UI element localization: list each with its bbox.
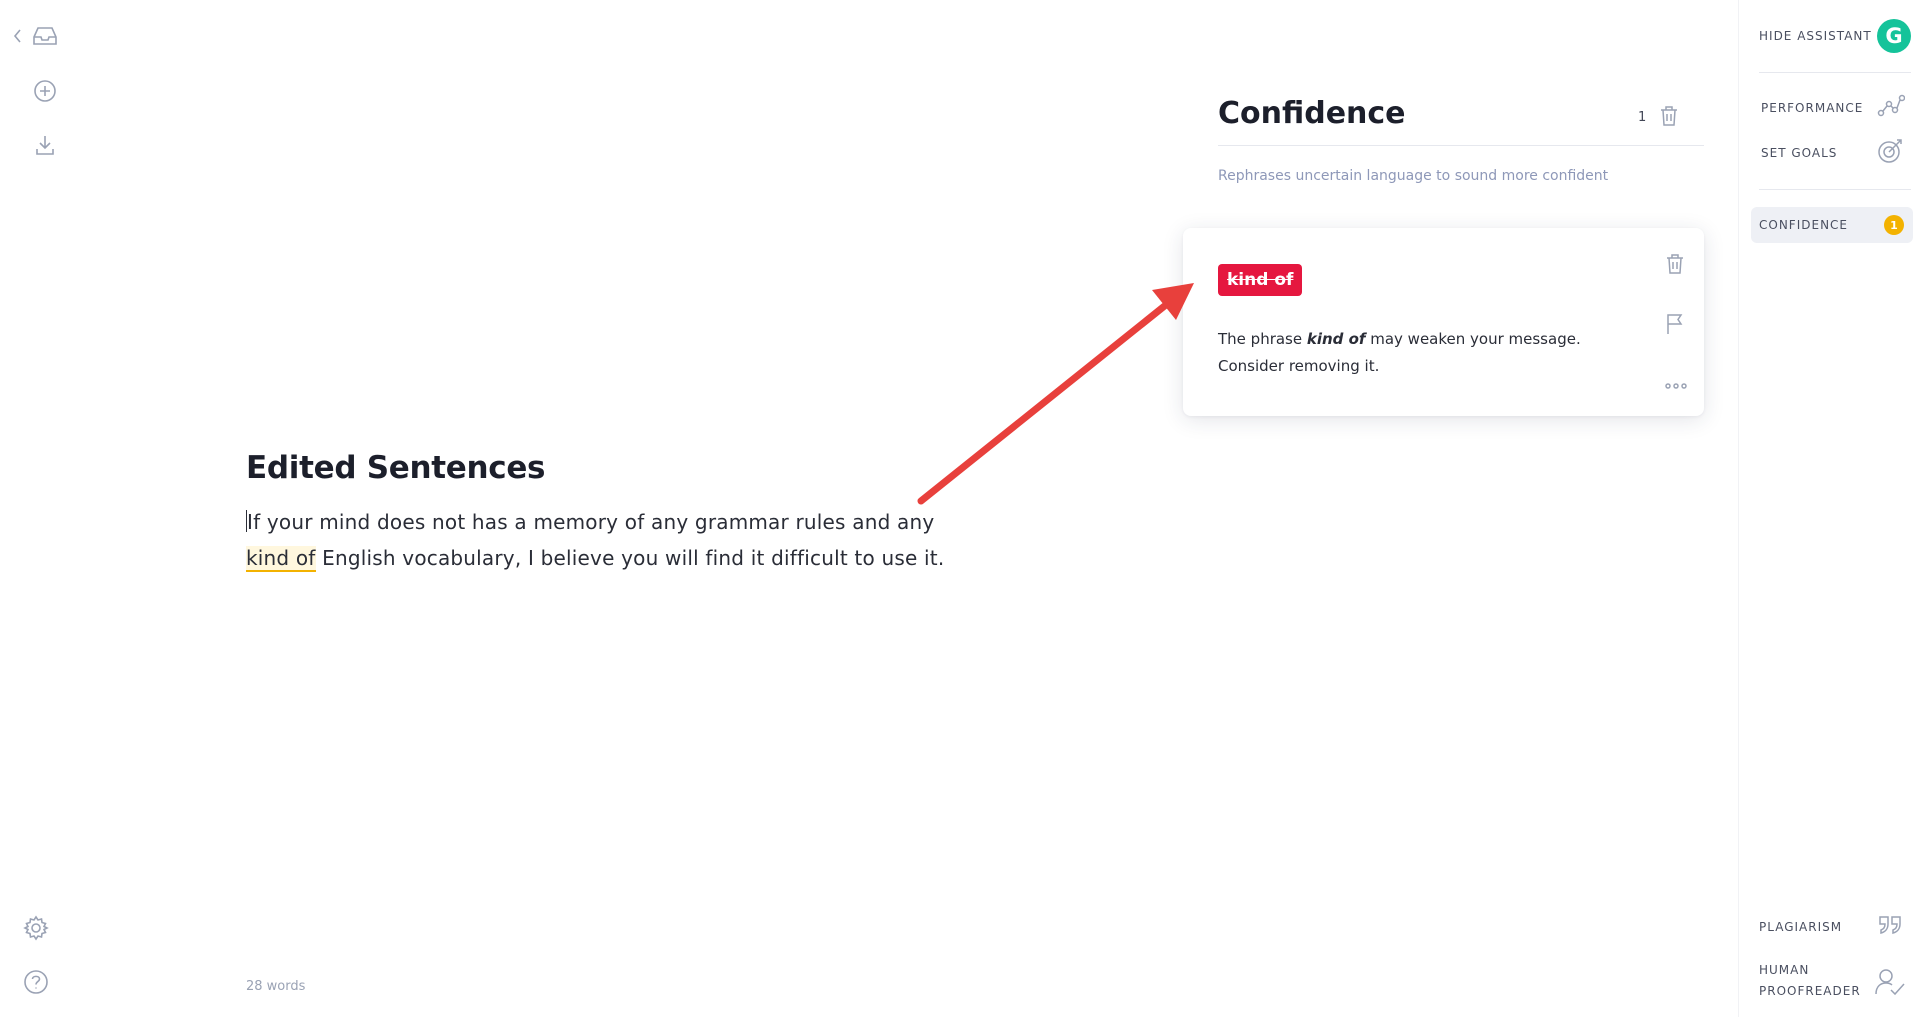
help-icon[interactable]: [22, 968, 50, 996]
left-rail: [0, 0, 80, 1017]
human-proofreader-line1[interactable]: HUMAN: [1759, 963, 1809, 977]
human-proofreader-line2[interactable]: PROOFREADER: [1759, 984, 1861, 998]
divider: [1759, 72, 1911, 73]
gear-icon[interactable]: [22, 914, 50, 942]
explanation-phrase: kind of: [1306, 330, 1366, 348]
flagged-phrase[interactable]: kind of: [246, 546, 316, 572]
removal-chip[interactable]: kind of: [1218, 264, 1303, 296]
category-title: Confidence: [1218, 96, 1406, 131]
trash-icon[interactable]: [1665, 253, 1685, 279]
assistant-sidebar: HIDE ASSISTANT G PERFORMANCE SET GOALS C…: [1738, 0, 1920, 1017]
word-count[interactable]: 28 words: [246, 979, 305, 994]
set-goals-button[interactable]: SET GOALS: [1761, 146, 1837, 160]
quote-icon[interactable]: [1878, 914, 1902, 940]
confidence-label: CONFIDENCE: [1759, 218, 1849, 232]
category-header: Confidence 1: [1218, 96, 1704, 146]
suggestion-explanation: The phrase kind of may weaken your messa…: [1218, 326, 1638, 380]
performance-graph-icon[interactable]: [1877, 94, 1906, 122]
confidence-category-item[interactable]: CONFIDENCE 1: [1751, 207, 1913, 243]
document-title[interactable]: Edited Sentences: [246, 450, 966, 486]
suggestion-count: 1: [1638, 110, 1647, 125]
proofreader-person-icon[interactable]: [1875, 968, 1905, 1000]
document-body[interactable]: If your mind does not has a memory of an…: [246, 504, 966, 576]
hide-assistant-button[interactable]: HIDE ASSISTANT: [1759, 29, 1872, 43]
body-text-before: If your mind does not has a memory of an…: [247, 510, 935, 534]
category-description: Rephrases uncertain language to sound mo…: [1218, 168, 1609, 184]
editor[interactable]: Edited Sentences If your mind does not h…: [246, 450, 966, 576]
divider: [1759, 189, 1911, 190]
explanation-prefix: The phrase: [1218, 330, 1307, 348]
target-icon[interactable]: [1877, 137, 1905, 169]
confidence-count-badge: 1: [1884, 215, 1904, 235]
body-text-after: English vocabulary, I believe you will f…: [315, 546, 945, 570]
performance-button[interactable]: PERFORMANCE: [1761, 101, 1863, 115]
more-options-icon[interactable]: [1665, 375, 1687, 394]
suggestion-card[interactable]: kind of The phrase kind of may weaken yo…: [1183, 228, 1704, 416]
back-chevron-icon[interactable]: [12, 28, 24, 44]
inbox-icon[interactable]: [30, 24, 60, 48]
grammarly-logo[interactable]: G: [1877, 19, 1911, 53]
download-icon[interactable]: [33, 133, 57, 157]
plagiarism-button[interactable]: PLAGIARISM: [1759, 920, 1842, 934]
flag-icon[interactable]: [1665, 313, 1685, 339]
dismiss-all-trash-icon[interactable]: [1659, 105, 1679, 131]
plus-circle-icon[interactable]: [32, 78, 58, 104]
